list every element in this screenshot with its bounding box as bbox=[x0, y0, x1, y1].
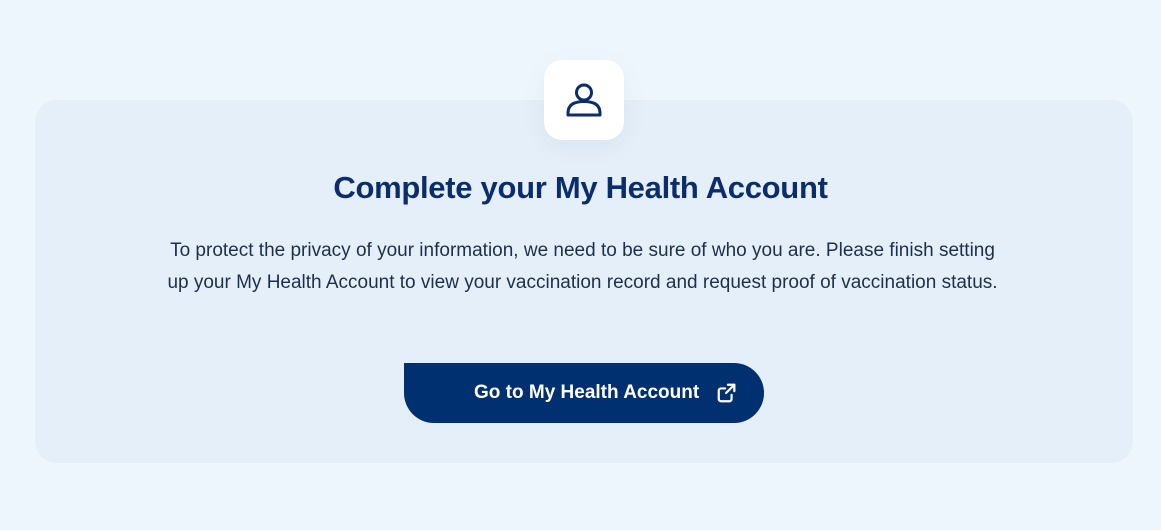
avatar-tile bbox=[544, 60, 624, 140]
page-title: Complete your My Health Account bbox=[333, 170, 828, 205]
button-label: Go to My Health Account bbox=[474, 382, 700, 403]
user-icon bbox=[566, 83, 602, 117]
description-text: To protect the privacy of your informati… bbox=[167, 240, 998, 293]
external-link-icon bbox=[717, 383, 736, 403]
go-to-my-health-account-button[interactable]: Go to My Health Account bbox=[404, 363, 764, 423]
